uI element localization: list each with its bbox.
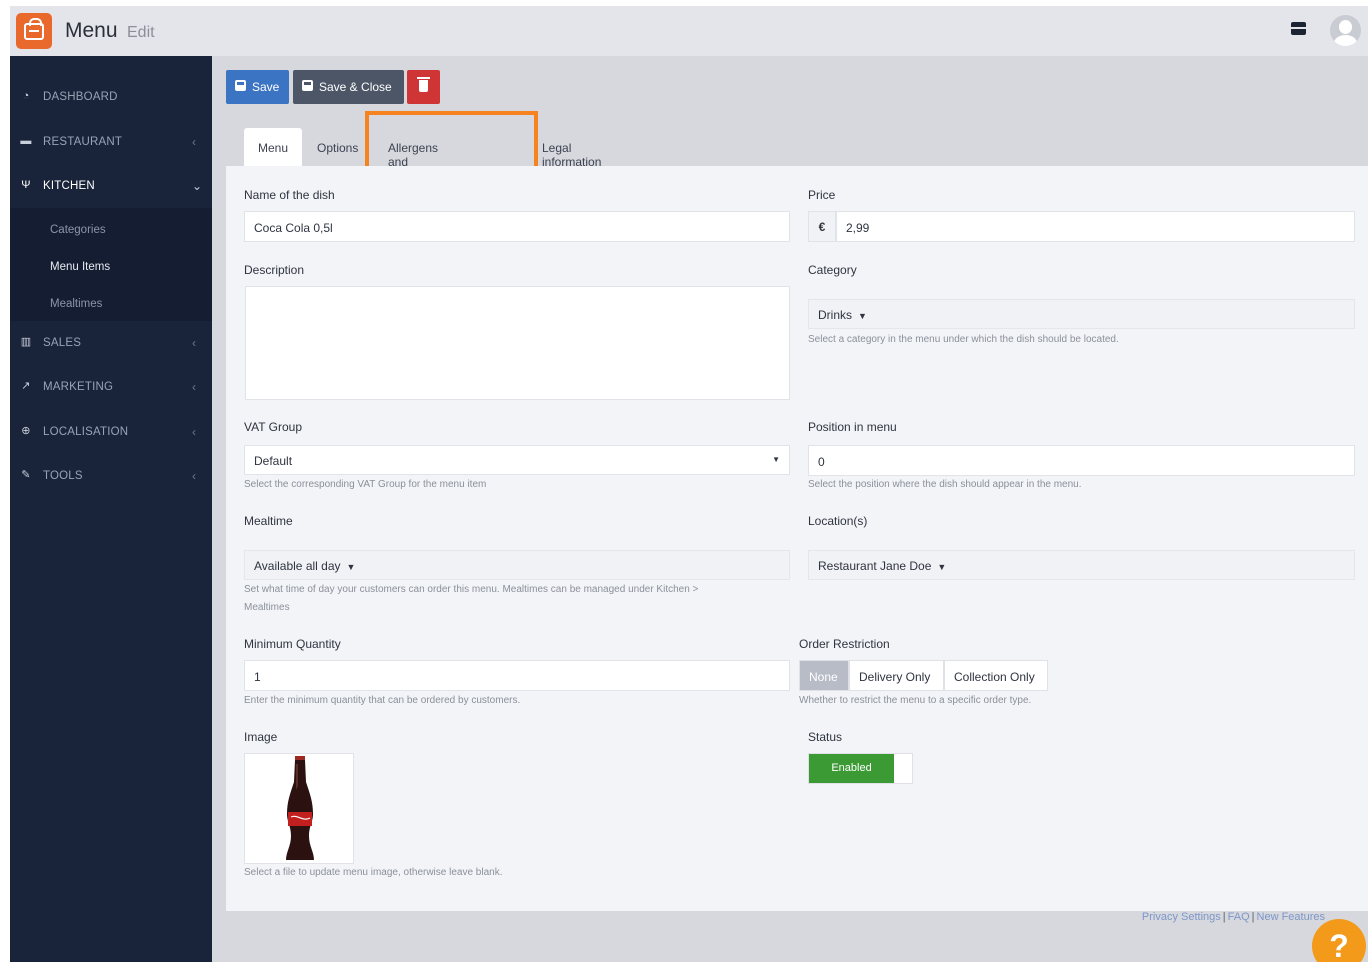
floppy-disk-icon [235,80,246,91]
store-icon: ▬ [20,135,32,147]
help-icon[interactable]: ? [1312,919,1366,962]
sidebar-item-label: RESTAURANT [43,136,123,148]
caret-down-icon: ▼ [858,311,867,321]
save-close-button[interactable]: Save & Close [293,70,404,104]
locations-select[interactable]: Restaurant Jane Doe ▼ [808,550,1355,580]
status-label: Status [808,730,843,744]
price-input[interactable]: 2,99 [836,211,1355,242]
caret-down-icon: ▼ [772,455,780,464]
tab-menu[interactable]: Menu [244,128,302,166]
position-label: Position in menu [808,420,897,434]
main-content: Save Save & Close Menu Options Allergens… [226,56,1368,962]
order-restriction-help: Whether to restrict the menu to a specif… [799,695,1032,706]
mealtime-label: Mealtime [244,514,293,528]
chevron-left-icon: ‹ [192,425,197,439]
chevron-left-icon: ‹ [192,469,197,483]
app-frame: Menu Edit ◔ DASHBOARD ▬ RESTAURANT ‹ Ψ K… [10,6,1368,962]
page-subtitle: Edit [127,24,155,41]
page-title: Menu [65,19,118,42]
vat-group-select[interactable]: Default ▼ [244,445,790,475]
price-label: Price [808,188,836,202]
min-quantity-input[interactable]: 1 [244,660,790,691]
category-label: Category [808,263,857,277]
sidebar: ◔ DASHBOARD ▬ RESTAURANT ‹ Ψ KITCHEN ⌄ C… [10,56,212,962]
sidebar-item-label: TOOLS [43,470,83,482]
position-help: Select the position where the dish shoul… [808,479,1082,490]
sidebar-item-label: LOCALISATION [43,426,129,438]
min-qty-help: Enter the minimum quantity that can be o… [244,695,521,706]
sidebar-item-restaurant[interactable]: ▬ RESTAURANT ‹ [10,127,212,157]
privacy-settings-link[interactable]: Privacy Settings [1142,911,1221,923]
sidebar-item-label: MARKETING [43,381,114,393]
tab-options[interactable]: Options [317,128,358,166]
chevron-left-icon: ‹ [192,135,197,149]
order-restriction-collection[interactable]: Collection Only [944,660,1048,691]
sidebar-item-tools[interactable]: ✎ TOOLS ‹ [10,461,212,491]
form-panel: Name of the dish Coca Cola 0,5l Descript… [226,166,1368,911]
mealtime-help-line-1: Set what time of day your customers can … [244,584,699,595]
sidebar-item-sales[interactable]: ▥ SALES ‹ [10,328,212,358]
store-icon[interactable] [1291,22,1306,35]
footer-links: Privacy Settings | FAQ | New Features [1141,911,1325,923]
app-logo[interactable] [16,13,52,49]
chart-bar-icon: ▥ [20,336,32,348]
wrench-icon: ✎ [21,469,31,481]
tab-legal-information[interactable]: Legal information [542,128,601,169]
dish-name-input[interactable]: Coca Cola 0,5l [244,211,790,242]
save-button[interactable]: Save [226,70,289,104]
image-help: Select a file to update menu image, othe… [244,867,503,878]
locations-label: Location(s) [808,514,868,528]
chevron-left-icon: ‹ [192,336,197,350]
status-enabled: Enabled [809,754,894,783]
shopping-bag-icon [24,18,44,40]
min-qty-label: Minimum Quantity [244,637,341,651]
utensils-icon: Ψ [21,179,31,191]
description-label: Description [244,263,305,277]
mealtime-select[interactable]: Available all day ▼ [244,550,790,580]
sidebar-item-menu-items[interactable]: Menu Items [50,261,110,273]
delete-button[interactable] [407,70,440,104]
sidebar-item-label: SALES [43,337,82,349]
image-label: Image [244,730,278,744]
status-toggle[interactable]: Enabled [808,753,913,784]
category-select[interactable]: Drinks ▼ [808,299,1355,329]
order-restriction-delivery[interactable]: Delivery Only [849,660,944,691]
dashboard-icon: ◔ [22,90,30,102]
category-help: Select a category in the menu under whic… [808,334,1119,345]
menu-image-upload[interactable] [244,753,354,864]
sidebar-item-mealtimes[interactable]: Mealtimes [50,298,102,310]
kitchen-submenu: Categories Menu Items Mealtimes [10,208,212,321]
order-restriction-label: Order Restriction [799,637,890,651]
vat-label: VAT Group [244,420,303,434]
trash-icon [417,77,430,92]
globe-icon: ⊕ [21,425,31,437]
currency-addon: € [808,211,836,242]
chevron-down-icon: ⌄ [192,179,203,193]
caret-down-icon: ▼ [346,562,356,572]
order-restriction-none[interactable]: None [799,660,849,691]
new-features-link[interactable]: New Features [1257,911,1325,923]
sidebar-item-marketing[interactable]: ↗ MARKETING ‹ [10,372,212,402]
footer: Privacy Settings | FAQ | New Features ? [226,911,1368,962]
tab-highlight-box [365,111,538,171]
caret-down-icon: ▼ [937,562,947,572]
chevron-left-icon: ‹ [192,380,197,394]
chart-line-icon: ↗ [21,380,31,392]
name-label: Name of the dish [244,188,335,202]
mealtime-help-line-2: Mealtimes [244,602,290,613]
coca-cola-bottle-image [286,756,314,860]
faq-link[interactable]: FAQ [1228,911,1250,923]
vat-help: Select the corresponding VAT Group for t… [244,479,487,490]
avatar[interactable] [1330,15,1361,46]
position-input[interactable]: 0 [808,445,1355,476]
description-textarea[interactable] [245,286,790,400]
sidebar-item-kitchen[interactable]: Ψ KITCHEN ⌄ [10,171,212,201]
sidebar-item-label: KITCHEN [43,180,95,192]
sidebar-item-localisation[interactable]: ⊕ LOCALISATION ‹ [10,417,212,447]
top-bar: Menu Edit [10,6,1368,56]
sidebar-item-label: DASHBOARD [43,91,118,103]
sidebar-item-categories[interactable]: Categories [50,224,106,236]
floppy-disk-icon [302,80,313,91]
sidebar-item-dashboard[interactable]: ◔ DASHBOARD [10,82,212,112]
